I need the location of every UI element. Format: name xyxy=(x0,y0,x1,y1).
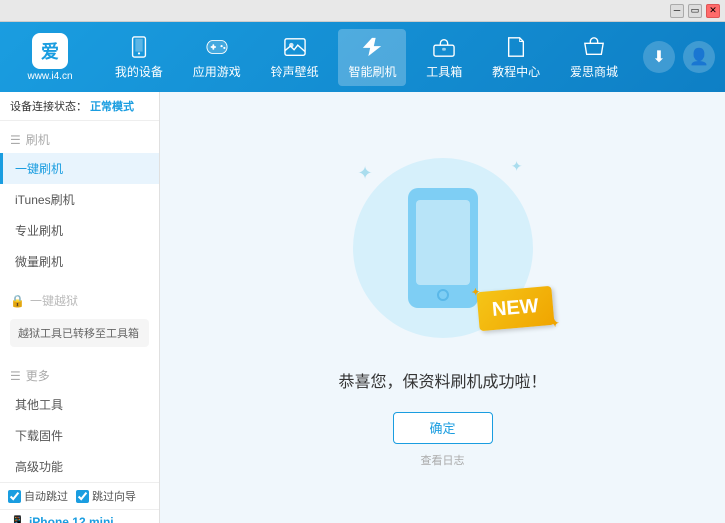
header: 爱 www.i4.cn 我的设备 应用游戏 铃声壁纸 xyxy=(0,22,725,92)
nav-tutorials[interactable]: 教程中心 xyxy=(482,29,550,86)
jailbreak-section-header: 🔒 一键越狱 xyxy=(0,287,159,314)
nav-smart-flash-label: 智能刷机 xyxy=(348,63,396,80)
minimize-button[interactable]: － xyxy=(670,4,684,18)
skip-guide-checkbox[interactable] xyxy=(76,490,89,503)
device-info: 📱 iPhone 12 mini 64GB Down-12mini-13,1 xyxy=(0,509,159,523)
flash-icon xyxy=(358,35,386,59)
title-bar: － ▭ ✕ xyxy=(0,0,725,22)
logo-icon: 爱 xyxy=(32,33,68,69)
user-button[interactable]: 👤 xyxy=(683,41,715,73)
more-section-header: ☰ 更多 xyxy=(0,362,159,389)
book-icon xyxy=(502,35,530,59)
wallpaper-icon xyxy=(281,35,309,59)
device-name: 📱 iPhone 12 mini xyxy=(10,515,149,523)
auto-skip-label[interactable]: 自动跳过 xyxy=(8,488,68,504)
success-text: 恭喜您，保资料刷机成功啦！ xyxy=(338,368,546,392)
gamepad-icon xyxy=(203,35,231,59)
close-button[interactable]: ✕ xyxy=(706,4,720,18)
nav-wallpaper[interactable]: 铃声壁纸 xyxy=(261,29,329,86)
new-badge: NEW xyxy=(476,285,554,330)
flash-section-label: 刷机 xyxy=(26,131,50,148)
nav-toolbox[interactable]: 工具箱 xyxy=(416,29,472,86)
sidebar-itunes-flash[interactable]: iTunes刷机 xyxy=(0,184,159,215)
nav-apps[interactable]: 应用游戏 xyxy=(183,29,251,86)
download-button[interactable]: ⬇ xyxy=(643,41,675,73)
app-container: － ▭ ✕ 爱 www.i4.cn 我的设备 应用游戏 xyxy=(0,0,725,523)
nav-my-device[interactable]: 我的设备 xyxy=(105,29,173,86)
sparkle-topleft: ✦ xyxy=(358,163,373,184)
sidebar-download-firmware[interactable]: 下载固件 xyxy=(0,420,159,451)
lock-icon: 🔒 xyxy=(10,294,25,308)
sidebar-one-click-flash[interactable]: 一键刷机 xyxy=(0,153,159,184)
body-area: 设备连接状态： 正常模式 ☰ 刷机 一键刷机 iTunes刷机 专业刷机 微量刷… xyxy=(0,92,725,523)
confirm-button[interactable]: 确定 xyxy=(393,412,493,444)
phone-icon xyxy=(125,35,153,59)
nav-items: 我的设备 应用游戏 铃声壁纸 智能刷机 xyxy=(100,29,633,86)
sidebar: 设备连接状态： 正常模式 ☰ 刷机 一键刷机 iTunes刷机 专业刷机 微量刷… xyxy=(0,92,160,523)
skip-guide-label[interactable]: 跳过向导 xyxy=(76,488,136,504)
more-section-label: 更多 xyxy=(26,367,50,384)
flash-section-icon: ☰ xyxy=(10,133,21,147)
sidebar-micro-flash[interactable]: 微量刷机 xyxy=(0,246,159,277)
store-icon xyxy=(580,35,608,59)
phone-small-icon: 📱 xyxy=(10,515,25,523)
restore-button[interactable]: ▭ xyxy=(688,4,702,18)
nav-my-device-label: 我的设备 xyxy=(115,63,163,80)
phone-home-button xyxy=(437,289,449,301)
nav-store[interactable]: 爱思商城 xyxy=(560,29,628,86)
checkbox-area: 自动跳过 跳过向导 xyxy=(0,482,159,509)
more-icon: ☰ xyxy=(10,369,21,383)
nav-smart-flash[interactable]: 智能刷机 xyxy=(338,29,406,86)
header-right: ⬇ 👤 xyxy=(643,41,715,73)
phone-screen xyxy=(416,200,470,285)
status-bar: 设备连接状态： 正常模式 xyxy=(0,92,159,121)
title-bar-controls: － ▭ ✕ xyxy=(670,4,720,18)
phone-body xyxy=(408,188,478,308)
main-content: ✦ ✦ NEW 恭喜您，保资料刷机成功啦！ 确定 查看日志 xyxy=(160,92,725,523)
logo-text-icon: 爱 xyxy=(41,38,59,64)
jailbreak-section-label: 一键越狱 xyxy=(30,292,78,309)
jailbreak-info-text: 越狱工具已转移至工具箱 xyxy=(18,328,139,340)
flash-section-header: ☰ 刷机 xyxy=(0,126,159,153)
nav-toolbox-label: 工具箱 xyxy=(426,63,462,80)
status-label: 设备连接状态： xyxy=(10,101,87,113)
logo-url: www.i4.cn xyxy=(27,71,72,82)
show-log-link[interactable]: 查看日志 xyxy=(421,452,465,468)
status-value: 正常模式 xyxy=(90,101,134,113)
sidebar-other-tools[interactable]: 其他工具 xyxy=(0,389,159,420)
jailbreak-info: 越狱工具已转移至工具箱 xyxy=(10,319,149,347)
auto-skip-checkbox[interactable] xyxy=(8,490,21,503)
sidebar-advanced[interactable]: 高级功能 xyxy=(0,451,159,482)
nav-apps-label: 应用游戏 xyxy=(193,63,241,80)
nav-store-label: 爱思商城 xyxy=(570,63,618,80)
logo: 爱 www.i4.cn xyxy=(10,33,90,82)
nav-tutorials-label: 教程中心 xyxy=(492,63,540,80)
auto-skip-text: 自动跳过 xyxy=(24,488,68,504)
nav-wallpaper-label: 铃声壁纸 xyxy=(271,63,319,80)
skip-guide-text: 跳过向导 xyxy=(92,488,136,504)
sparkle-topright: ✦ xyxy=(511,158,523,175)
toolbox-icon xyxy=(430,35,458,59)
phone-illustration: ✦ ✦ NEW xyxy=(343,148,543,348)
sidebar-pro-flash[interactable]: 专业刷机 xyxy=(0,215,159,246)
